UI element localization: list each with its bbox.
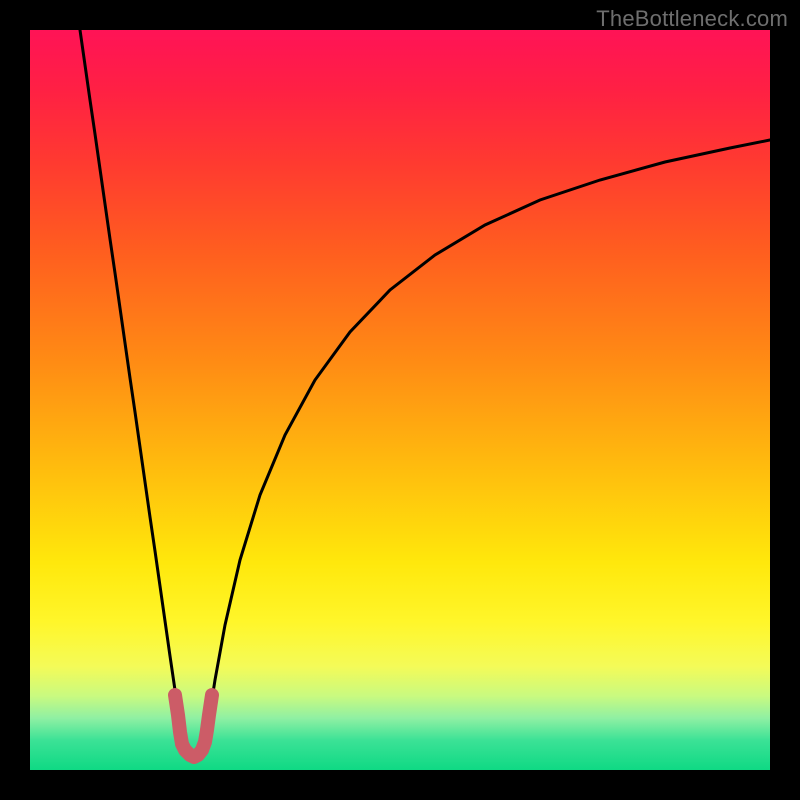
gradient-background <box>30 30 770 770</box>
chart-frame: TheBottleneck.com <box>0 0 800 800</box>
watermark-text: TheBottleneck.com <box>596 6 788 32</box>
chart-svg <box>30 30 770 770</box>
plot-area <box>30 30 770 770</box>
